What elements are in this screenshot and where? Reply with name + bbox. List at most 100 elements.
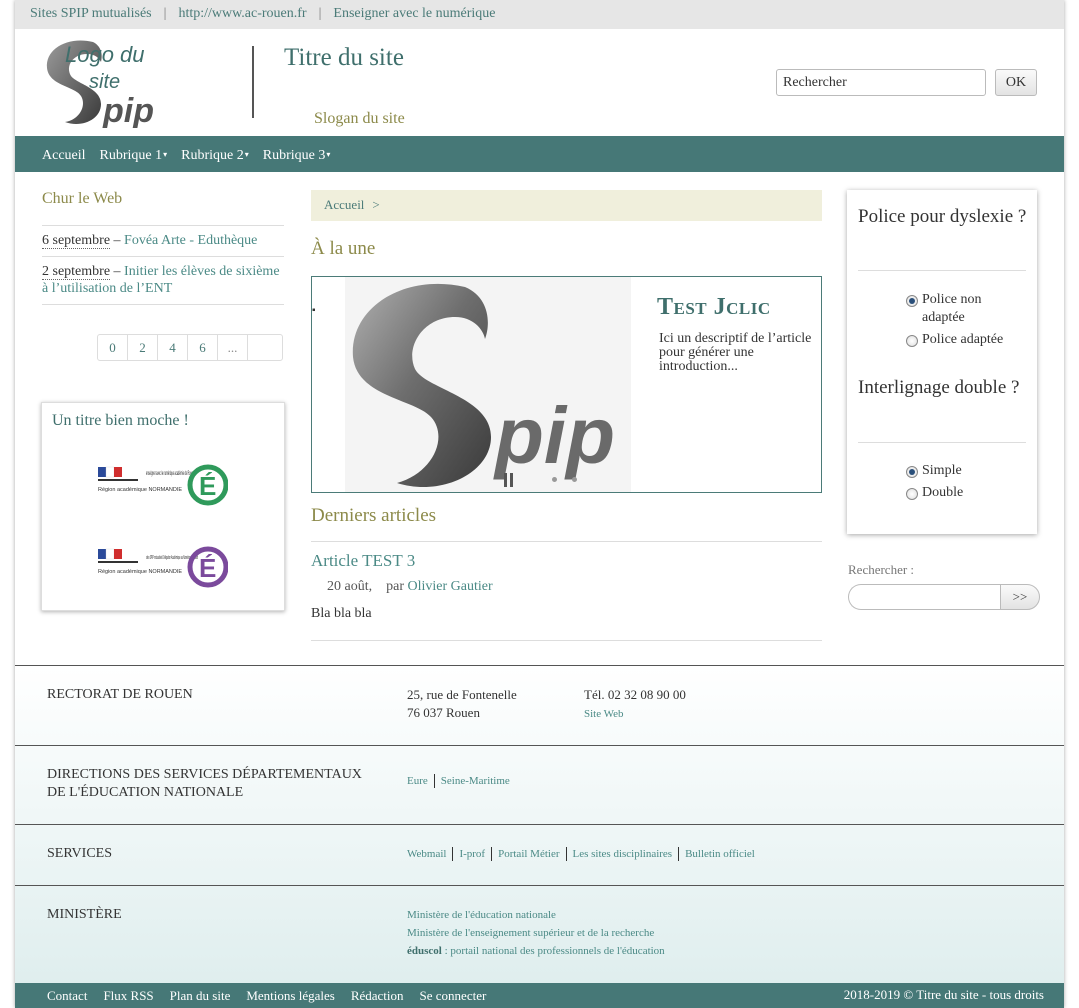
top-links-bar: Sites SPIP mutualisés | http://www.ac-roue… (15, 0, 1064, 29)
nav-item-rubrique-3[interactable]: Rubrique 3▾ (263, 148, 331, 163)
bottom-bar: Contact Flux RSS Plan du site Mentions léga… (15, 983, 1064, 1008)
dyslexia-heading: Police pour dyslexie ? (858, 206, 1027, 227)
featured-slider[interactable]: ▪ pip Test Jclic Ici un descriptif de l’… (311, 276, 822, 493)
sidebar-search-label: Rechercher : (848, 562, 915, 577)
footer-link-seine-maritime[interactable]: Seine-Maritime (435, 774, 516, 788)
radio-unchecked-icon[interactable] (906, 488, 918, 500)
footer-link-bulletin-officiel[interactable]: Bulletin officiel (679, 847, 761, 861)
page-ellipsis[interactable]: ... (218, 335, 248, 360)
article-date: 20 août, (327, 579, 373, 594)
page-link-0[interactable]: 0 (98, 335, 128, 360)
slide-title[interactable]: Test Jclic (657, 294, 771, 321)
svg-text:Région académique NORMANDIE: Région académique NORMANDIE (98, 487, 182, 493)
footer-link-education-nationale[interactable]: Ministère de l'éducation nationale (407, 906, 665, 924)
radio-label: Police adaptée (922, 332, 1004, 347)
article-title-link[interactable]: Article TEST 3 (311, 551, 415, 571)
item-date: 6 septembre (42, 233, 111, 249)
page-link-4[interactable]: 4 (158, 335, 188, 360)
dash: – (110, 233, 125, 248)
page-link-2[interactable]: 2 (128, 335, 158, 360)
footer-link-webmail[interactable]: Webmail (407, 847, 454, 861)
item-link[interactable]: Fovéa Arte - Eduthèque (124, 233, 257, 248)
bottom-link-mentions[interactable]: Mentions légales (246, 988, 334, 1003)
slide-dot[interactable] (572, 477, 577, 482)
radio-double[interactable]: Double (906, 484, 963, 502)
top-link-enseigner[interactable]: Enseigner avec le numérique (333, 6, 495, 21)
footer-link-portail-metier[interactable]: Portail Métier (492, 847, 567, 861)
line-spacing-heading: Interlignage double ? (858, 377, 1020, 398)
eduscol-description: : portail national des professionnels de… (441, 945, 665, 957)
header-search-ok-button[interactable]: OK (995, 69, 1037, 96)
article-meta: 20 août, par Olivier Gautier (327, 579, 493, 595)
widget-title: Un titre bien moche ! (52, 412, 189, 429)
svg-text:pip: pip (102, 92, 154, 128)
footer-heading: SERVICES (47, 846, 113, 861)
footer-heading: DIRECTIONS DES SERVICES DÉPARTEMENTAUX D… (47, 766, 362, 802)
sidebar-search-button[interactable]: >> (1000, 584, 1040, 610)
pause-icon[interactable] (504, 473, 514, 487)
footer-link-enseignement-superieur[interactable]: Ministère de l'enseignement supérieur et… (407, 924, 665, 942)
item-date: 2 septembre (42, 264, 111, 280)
bottom-link-connect[interactable]: Se connecter (420, 988, 487, 1003)
address-line: 76 037 Rouen (407, 705, 480, 720)
nav-item-rubrique-2[interactable]: Rubrique 2▾ (181, 148, 249, 163)
partner-logo-enseigner[interactable]: Région académique NORMANDIE enseigner av… (98, 455, 228, 515)
page-link-6[interactable]: 6 (188, 335, 218, 360)
svg-text:Logo du: Logo du (65, 42, 145, 67)
bottom-link-plan[interactable]: Plan du site (170, 988, 231, 1003)
site-title[interactable]: Titre du site (284, 44, 404, 72)
breadcrumb-accueil[interactable]: Accueil (324, 197, 364, 212)
top-link-ac-rouen[interactable]: http://www.ac-rouen.fr (178, 6, 306, 21)
footer-link-iprof[interactable]: I-prof (453, 847, 493, 861)
radio-checked-icon[interactable] (906, 466, 918, 478)
radio-police-adaptee[interactable]: Police adaptée (906, 331, 1003, 349)
footer-links: Ministère de l'éducation nationale Minis… (407, 906, 665, 960)
page: Sites SPIP mutualisés | http://www.ac-roue… (15, 0, 1064, 1008)
svg-text:É: É (199, 471, 216, 501)
footer-link-eure[interactable]: Eure (407, 774, 435, 788)
bottom-link-rss[interactable]: Flux RSS (103, 988, 153, 1003)
radio-checked-icon[interactable] (906, 295, 918, 307)
dash: – (110, 264, 125, 279)
article-author-link[interactable]: Olivier Gautier (408, 579, 493, 594)
footer-heading: RECTORAT DE ROUEN (47, 687, 193, 702)
bottom-link-contact[interactable]: Contact (47, 988, 87, 1003)
article-excerpt: Bla bla bla (311, 606, 372, 621)
divider (858, 270, 1026, 271)
nav-label: Rubrique 3 (262, 148, 326, 163)
svg-text:site: site (89, 71, 120, 93)
breadcrumb-separator: > (372, 197, 380, 212)
partners-widget: Un titre bien moche ! Région académique … (41, 402, 285, 611)
radio-police-non-adaptee[interactable]: Police non adaptée (906, 291, 1022, 327)
latest-articles-heading: Derniers articles (311, 505, 437, 526)
site-logo[interactable]: Logo du site pip (41, 36, 165, 130)
footer-site-web-link[interactable]: Site Web (584, 708, 624, 720)
radio-unchecked-icon[interactable] (906, 335, 918, 347)
partner-logo-spip-mutualises[interactable]: Région académique NORMANDIE sites SPIP m… (98, 537, 228, 597)
sidebar-search-input[interactable] (848, 584, 1001, 610)
footer-link-eduscol[interactable]: éduscol : portail national des professio… (407, 942, 665, 960)
footer-row-services: SERVICES Webmail I-prof Portail Métier L… (15, 825, 1064, 886)
header-search-input[interactable] (776, 69, 986, 96)
nav-item-rubrique-1[interactable]: Rubrique 1▾ (100, 148, 168, 163)
footer-links: Webmail I-prof Portail Métier Les sites … (407, 847, 761, 861)
footer-row-rectorat: RECTORAT DE ROUEN 25, rue de Fontenelle … (15, 666, 1064, 746)
footer-link-sites-disciplinaires[interactable]: Les sites disciplinaires (567, 847, 680, 861)
footer-links: Eure Seine-Maritime (407, 774, 516, 788)
address-line: 25, rue de Fontenelle (407, 687, 517, 702)
slide-dot[interactable] (552, 477, 557, 482)
radio-simple[interactable]: Simple (906, 462, 962, 480)
slider-edge-mark: ▪ (312, 305, 316, 316)
top-link-sites-spip[interactable]: Sites SPIP mutualisés (30, 6, 152, 21)
footer: RECTORAT DE ROUEN 25, rue de Fontenelle … (15, 665, 1064, 983)
header-divider (252, 46, 254, 118)
slide-image[interactable]: pip (345, 277, 631, 492)
bottom-link-redaction[interactable]: Rédaction (351, 988, 404, 1003)
chevron-down-icon: ▾ (326, 150, 331, 159)
web-links-list: 6 septembre – Fovéa Arte - Eduthèque 2 s… (42, 225, 284, 305)
spip-logo-icon: pip (352, 283, 615, 488)
nav-item-accueil[interactable]: Accueil (42, 148, 86, 163)
heading-line: DIRECTIONS DES SERVICES DÉPARTEMENTAUX (47, 767, 362, 782)
chevron-down-icon: ▾ (244, 150, 249, 159)
divider (311, 541, 822, 542)
